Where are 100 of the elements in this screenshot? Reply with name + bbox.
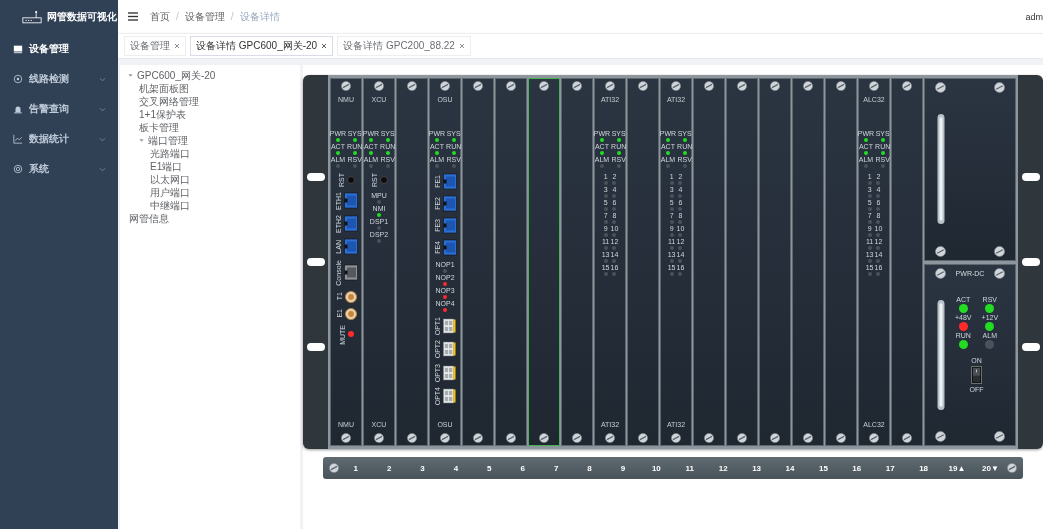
tree-item[interactable]: 中继端口 xyxy=(150,199,300,212)
user-name[interactable]: adm xyxy=(1025,11,1043,22)
tree-item[interactable]: 1+1保护表 xyxy=(139,108,300,121)
mounting-hole xyxy=(1021,342,1040,351)
screw-icon xyxy=(671,81,681,91)
screw-icon xyxy=(994,245,1005,257)
screw-icon xyxy=(803,433,813,443)
breadcrumb-item[interactable]: 设备管理 xyxy=(184,9,225,24)
screw-icon xyxy=(671,433,681,443)
screw-icon xyxy=(506,81,516,91)
menu-icon[interactable] xyxy=(128,12,138,21)
blank-slot[interactable] xyxy=(825,78,857,446)
blank-slot[interactable] xyxy=(693,78,725,446)
slot-number: 1 xyxy=(352,463,359,473)
screw-icon xyxy=(836,81,846,91)
blank-slot[interactable] xyxy=(561,78,593,446)
screw-icon xyxy=(341,433,351,443)
screw-icon xyxy=(440,81,450,91)
screw-icon xyxy=(638,433,648,443)
reset-button[interactable] xyxy=(346,176,355,184)
page-tab[interactable]: 设备详情 GPC600_网关-20 xyxy=(190,36,334,56)
slot-number: 14 xyxy=(784,463,796,473)
menu-item[interactable]: 系统 xyxy=(0,154,118,184)
optical-port-icon xyxy=(443,364,456,381)
screw-icon xyxy=(994,431,1005,442)
menu-item[interactable]: 设备管理 xyxy=(0,34,118,64)
slot-number: 7 xyxy=(552,463,560,473)
page-tab[interactable]: 设备管理 xyxy=(124,36,186,56)
tree-item[interactable]: 机架面板图 xyxy=(139,82,300,95)
ethernet-port-icon xyxy=(343,264,358,282)
optical-port-icon xyxy=(443,341,456,358)
screw-icon xyxy=(704,433,714,443)
slot-number: 11 xyxy=(684,463,695,473)
optical-port-icon xyxy=(443,388,456,405)
blank-slot[interactable] xyxy=(891,78,923,446)
slot-number: 17 xyxy=(884,463,896,473)
caret-down-icon[interactable] xyxy=(139,138,144,143)
breadcrumb-item[interactable]: 首页 xyxy=(150,9,170,24)
screw-icon xyxy=(803,81,813,91)
tree-item[interactable]: GPC600_网关-20 xyxy=(128,69,300,82)
coax-connector-icon xyxy=(344,307,357,320)
mounting-hole xyxy=(306,342,325,351)
tree-item[interactable]: 光路端口 xyxy=(150,147,300,160)
blank-slot[interactable] xyxy=(495,78,527,446)
ethernet-port-icon xyxy=(442,239,457,256)
screw-icon xyxy=(473,433,483,443)
coax-connector-icon xyxy=(344,290,357,303)
reset-button[interactable] xyxy=(379,176,388,184)
close-icon[interactable] xyxy=(458,43,465,49)
mounting-hole xyxy=(306,258,325,266)
screw-icon xyxy=(1007,463,1018,473)
slot-number: 16 xyxy=(851,463,863,473)
breadcrumb-separator: / xyxy=(176,11,179,22)
blank-slot[interactable] xyxy=(726,78,758,446)
chevron-down-icon xyxy=(99,166,106,172)
screw-icon xyxy=(704,81,714,91)
page-tab[interactable]: 设备详情 GPC200_88.22 xyxy=(337,36,471,56)
slot-number: 12 xyxy=(717,463,729,473)
tree-item[interactable]: 板卡管理 xyxy=(139,121,300,134)
slot-number: 3 xyxy=(419,463,426,473)
close-icon[interactable] xyxy=(174,43,180,49)
blank-slot[interactable] xyxy=(792,78,824,446)
chevron-down-icon xyxy=(99,106,106,112)
blank-slot[interactable] xyxy=(528,78,560,446)
mounting-hole xyxy=(306,173,325,182)
menu-item[interactable]: 数据统计 xyxy=(0,124,118,154)
screw-icon xyxy=(935,431,946,442)
blank-slot[interactable] xyxy=(759,78,791,446)
slot-number: 4 xyxy=(452,463,460,473)
caret-down-icon[interactable] xyxy=(128,73,133,78)
mounting-hole xyxy=(1021,173,1040,182)
tree-item[interactable]: 以太网口 xyxy=(150,173,300,186)
slot-number: 5 xyxy=(486,463,493,473)
blank-slot[interactable] xyxy=(462,78,494,446)
menu-item[interactable]: 线路检测 xyxy=(0,64,118,94)
screw-icon xyxy=(374,81,384,91)
screw-icon xyxy=(935,267,946,279)
screw-icon xyxy=(770,81,780,91)
router-icon xyxy=(22,10,42,24)
optical-port-icon xyxy=(443,318,456,335)
screw-icon xyxy=(737,81,747,91)
menu-item[interactable]: 告警查询 xyxy=(0,94,118,124)
screw-icon xyxy=(902,433,912,443)
screw-icon xyxy=(572,81,582,91)
tree-item[interactable]: 交叉网络管理 xyxy=(139,95,300,108)
slot-number: 2 xyxy=(385,463,393,473)
tree-item[interactable]: 端口管理 xyxy=(139,134,300,147)
close-icon[interactable] xyxy=(321,43,328,49)
blank-slot[interactable] xyxy=(627,78,659,446)
screw-icon xyxy=(539,433,549,443)
tree-item[interactable]: 用户端口 xyxy=(150,186,300,199)
power-switch[interactable] xyxy=(971,366,983,385)
tree-item[interactable]: E1端口 xyxy=(150,160,300,173)
screw-icon xyxy=(407,81,417,91)
screw-icon xyxy=(994,267,1005,279)
ethernet-port-icon xyxy=(442,173,457,190)
tree-item[interactable]: 网管信息 xyxy=(129,212,300,225)
blank-slot[interactable] xyxy=(396,78,428,446)
mounting-hole xyxy=(1021,258,1040,266)
screw-icon xyxy=(407,433,417,443)
